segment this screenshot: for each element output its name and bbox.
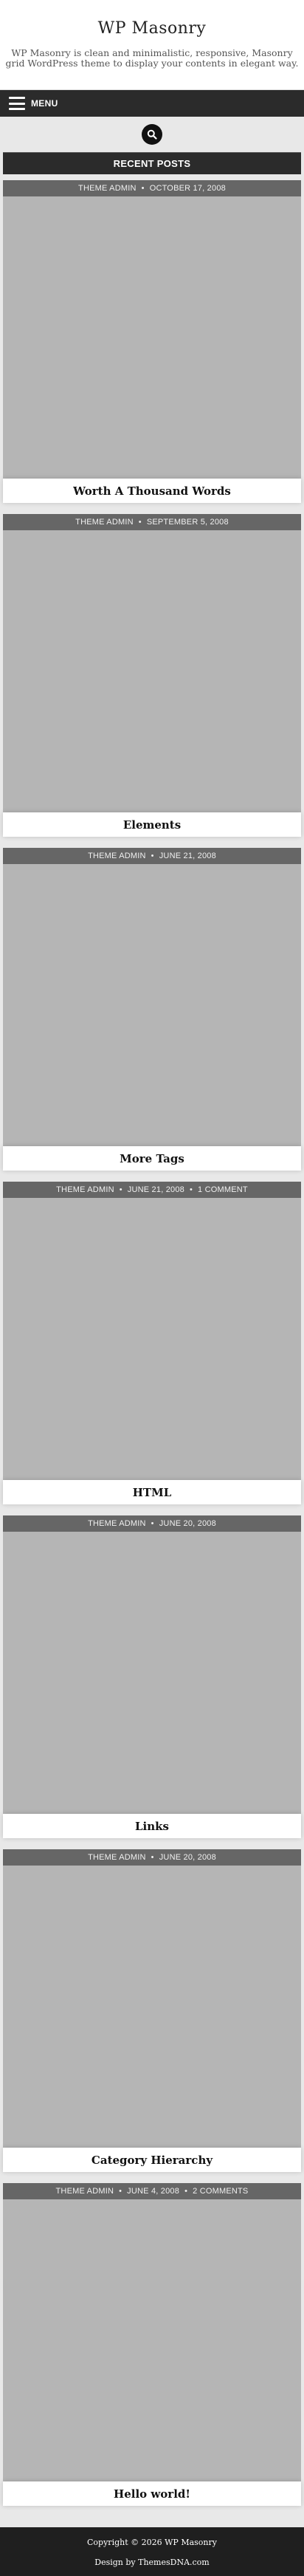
post-date[interactable]: JUNE 20, 2008: [159, 1519, 216, 1528]
post-title[interactable]: Category Hierarchy: [3, 2148, 301, 2172]
post-thumbnail[interactable]: [3, 1198, 301, 1480]
site-footer: Copyright © 2026 WP Masonry Design by Th…: [0, 2527, 304, 2576]
menu-bar: MENU: [0, 90, 304, 117]
post-card: THEME ADMIN • SEPTEMBER 5, 2008 Elements: [3, 514, 301, 837]
post-date[interactable]: JUNE 21, 2008: [128, 1185, 184, 1194]
meta-separator: •: [151, 1519, 154, 1528]
post-title[interactable]: Worth A Thousand Words: [3, 479, 301, 503]
post-author[interactable]: THEME ADMIN: [88, 1853, 146, 1862]
post-card: THEME ADMIN • JUNE 21, 2008 • 1 COMMENT HTML: [3, 1182, 301, 1504]
search-row: [0, 117, 304, 152]
post-thumbnail[interactable]: [3, 864, 301, 1146]
post-date[interactable]: OCTOBER 17, 2008: [150, 184, 226, 193]
post-date[interactable]: JUNE 4, 2008: [127, 2187, 179, 2196]
meta-separator: •: [151, 1853, 154, 1862]
post-card: THEME ADMIN • JUNE 20, 2008 Links: [3, 1515, 301, 1838]
post-date[interactable]: JUNE 21, 2008: [159, 852, 216, 860]
site-header: WP Masonry WP Masonry is clean and minim…: [0, 0, 304, 90]
meta-separator: •: [119, 1185, 122, 1194]
post-card: THEME ADMIN • OCTOBER 17, 2008 Worth A Thou…: [3, 180, 301, 503]
recent-posts-heading: RECENT POSTS: [3, 152, 301, 174]
post-thumbnail[interactable]: [3, 2199, 301, 2481]
post-title[interactable]: HTML: [3, 1480, 301, 1504]
meta-separator: •: [151, 852, 154, 860]
post-title[interactable]: Links: [3, 1814, 301, 1838]
copyright-text: Copyright © 2026 WP Masonry: [87, 2538, 217, 2547]
post-meta: THEME ADMIN • SEPTEMBER 5, 2008: [3, 514, 301, 530]
post-meta: THEME ADMIN • OCTOBER 17, 2008: [3, 180, 301, 196]
post-author[interactable]: THEME ADMIN: [56, 2187, 114, 2196]
post-title[interactable]: Elements: [3, 812, 301, 837]
meta-separator: •: [189, 1185, 193, 1194]
meta-separator: •: [184, 2187, 188, 2196]
site-description: WP Masonry is clean and minimalistic, re…: [5, 47, 299, 69]
menu-toggle-label[interactable]: MENU: [31, 98, 58, 109]
search-button[interactable]: [142, 124, 162, 145]
site-title[interactable]: WP Masonry: [0, 19, 304, 38]
meta-separator: •: [141, 184, 145, 193]
search-icon: [147, 129, 157, 140]
post-card: THEME ADMIN • JUNE 20, 2008 Category Hierar…: [3, 1849, 301, 2172]
post-author[interactable]: THEME ADMIN: [75, 518, 134, 527]
post-card: THEME ADMIN • JUNE 21, 2008 More Tags: [3, 848, 301, 1171]
post-author[interactable]: THEME ADMIN: [56, 1185, 114, 1194]
post-thumbnail[interactable]: [3, 196, 301, 479]
meta-separator: •: [138, 518, 142, 527]
post-meta: THEME ADMIN • JUNE 4, 2008 • 2 COMMENTS: [3, 2183, 301, 2199]
post-comments-link[interactable]: 1 COMMENT: [198, 1185, 248, 1194]
post-title[interactable]: More Tags: [3, 1146, 301, 1171]
post-thumbnail[interactable]: [3, 1532, 301, 1814]
post-meta: THEME ADMIN • JUNE 21, 2008: [3, 848, 301, 864]
hamburger-icon[interactable]: [9, 97, 25, 110]
post-title[interactable]: Hello world!: [3, 2481, 301, 2506]
post-meta: THEME ADMIN • JUNE 21, 2008 • 1 COMMENT: [3, 1182, 301, 1198]
post-author[interactable]: THEME ADMIN: [88, 1519, 146, 1528]
post-date[interactable]: SEPTEMBER 5, 2008: [147, 518, 229, 527]
post-meta: THEME ADMIN • JUNE 20, 2008: [3, 1849, 301, 1866]
meta-separator: •: [119, 2187, 122, 2196]
post-thumbnail[interactable]: [3, 530, 301, 812]
post-card: THEME ADMIN • JUNE 4, 2008 • 2 COMMENTS Hello…: [3, 2183, 301, 2506]
post-meta: THEME ADMIN • JUNE 20, 2008: [3, 1515, 301, 1532]
post-author[interactable]: THEME ADMIN: [88, 852, 146, 860]
post-date[interactable]: JUNE 20, 2008: [159, 1853, 216, 1862]
post-author[interactable]: THEME ADMIN: [78, 184, 137, 193]
post-comments-link[interactable]: 2 COMMENTS: [193, 2187, 248, 2196]
post-thumbnail[interactable]: [3, 1866, 301, 2148]
designer-credit[interactable]: Design by ThemesDNA.com: [0, 2547, 304, 2567]
